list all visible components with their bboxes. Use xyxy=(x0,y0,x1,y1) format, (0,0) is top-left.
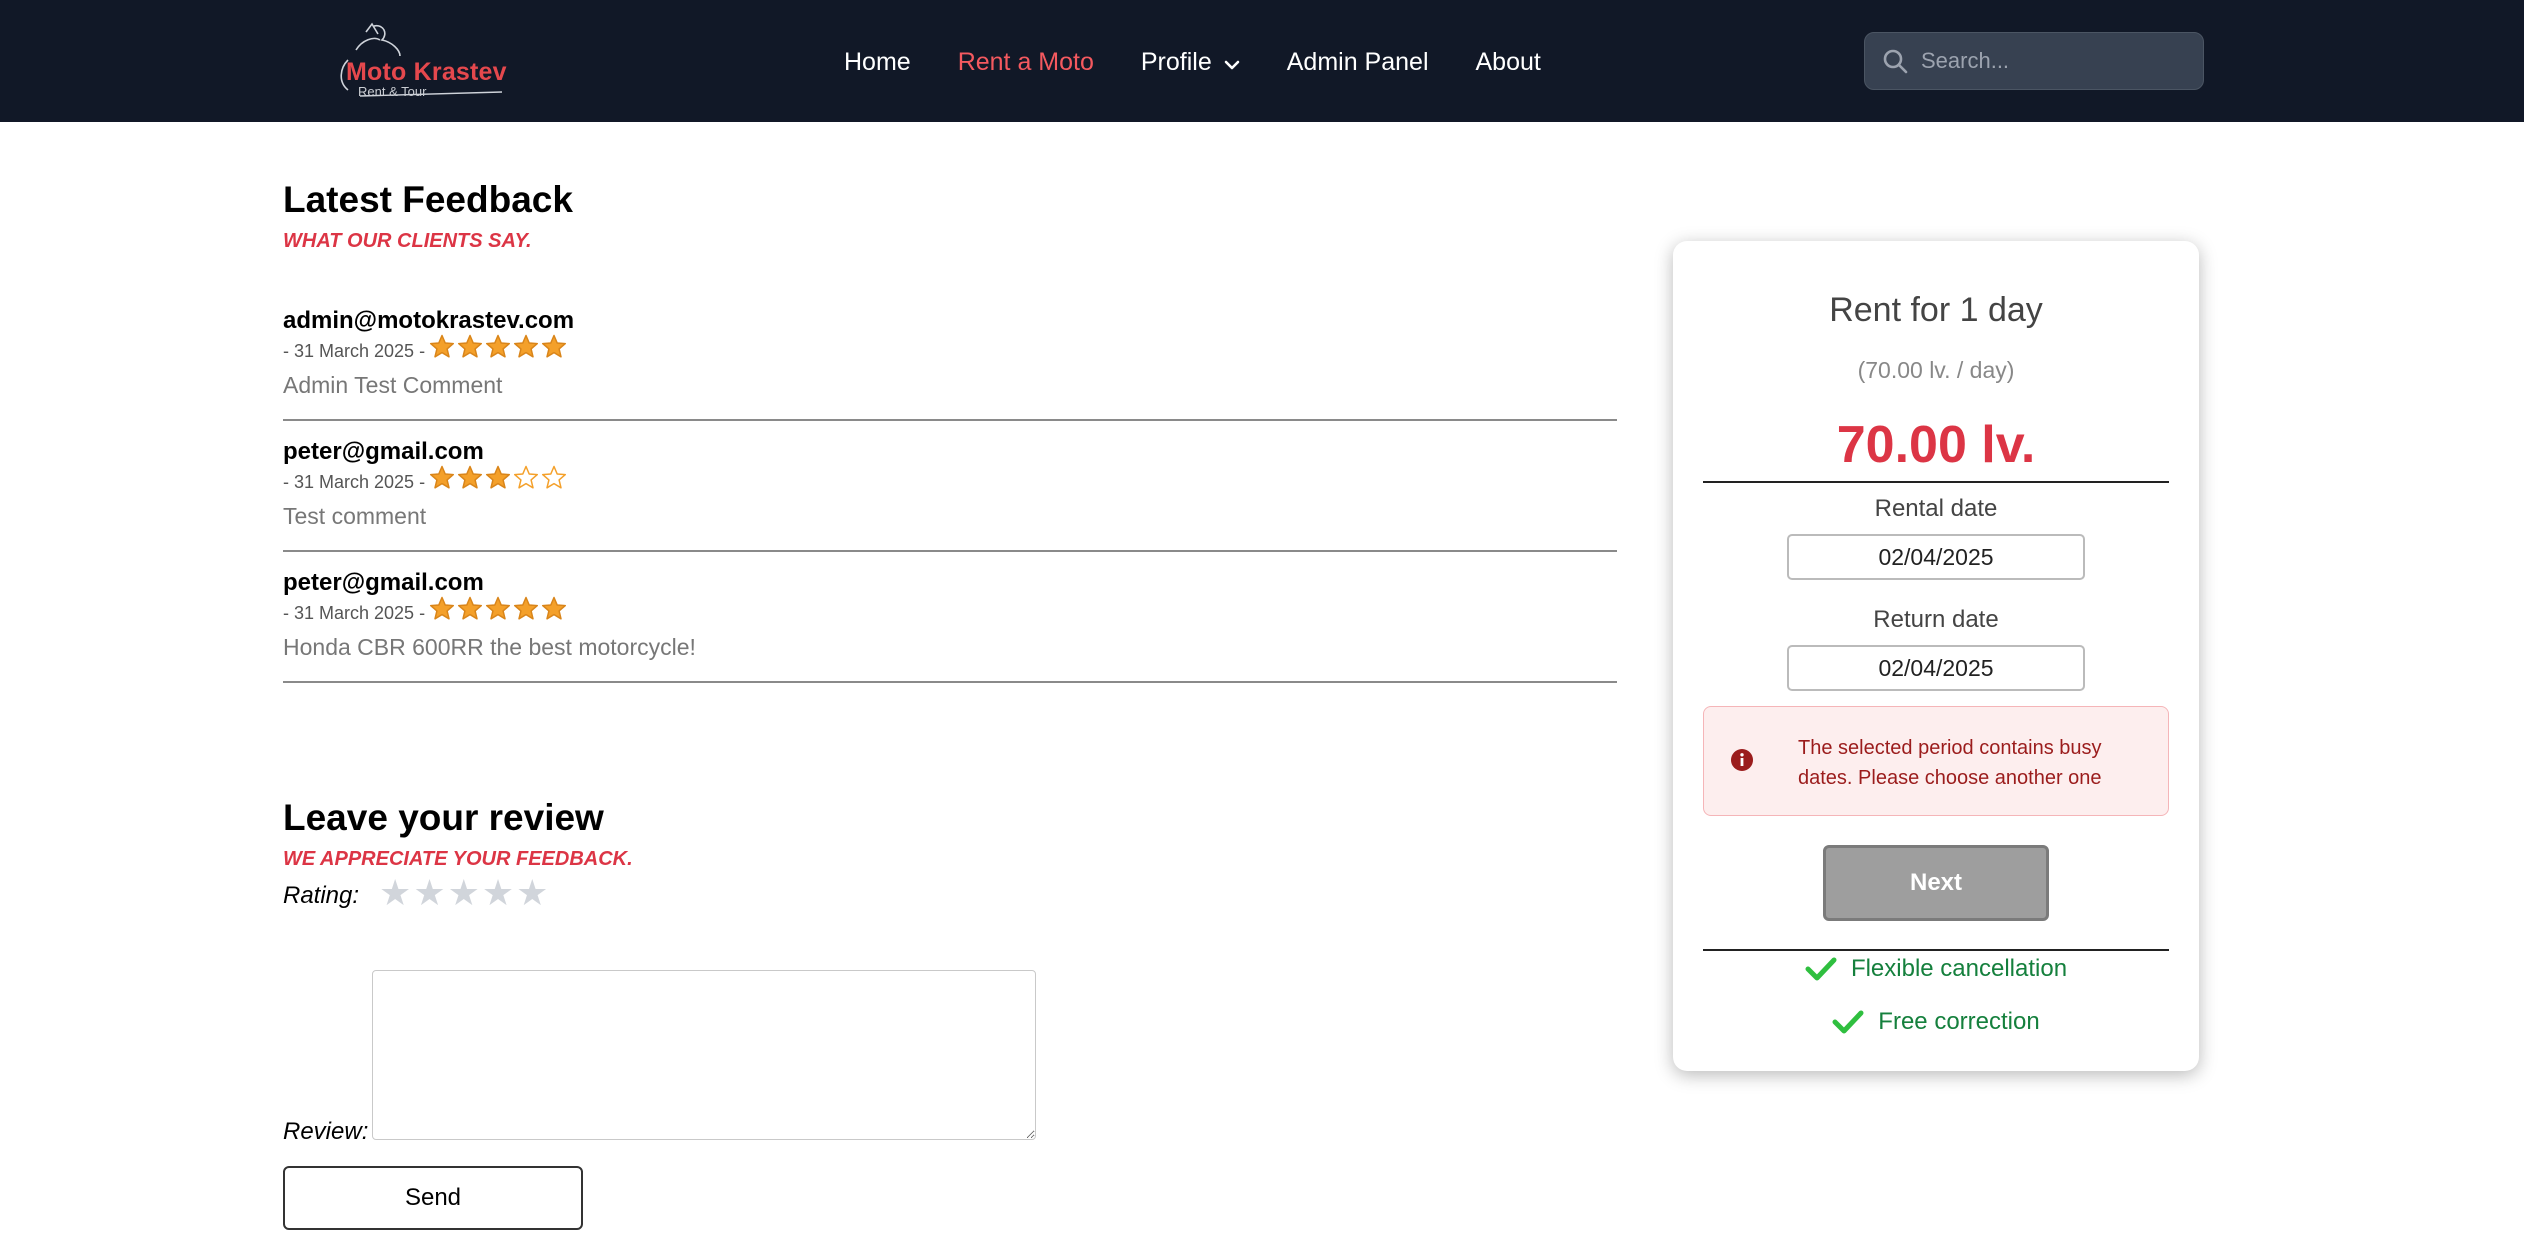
review-textarea[interactable] xyxy=(372,970,1036,1140)
review-list: admin@motokrastev.com - 31 March 2025 - … xyxy=(283,307,1617,684)
star-filled-icon xyxy=(514,335,539,358)
star-filled-icon xyxy=(430,466,455,489)
perk-label: Flexible cancellation xyxy=(1850,955,2068,982)
rental-date-input[interactable]: 02/04/2025 xyxy=(1787,534,2085,580)
leave-review-title: Leave your review xyxy=(283,797,604,838)
brand-logo[interactable]: Moto Krastev Rent & Tour xyxy=(326,20,516,100)
leave-review-subtitle: WE APPRECIATE YOUR FEEDBACK. xyxy=(283,848,633,871)
info-icon xyxy=(1730,748,1754,777)
return-date-label: Return date xyxy=(1873,606,1999,633)
top-navbar: Moto Krastev Rent & Tour Home Rent a Mot… xyxy=(0,0,2524,122)
alert-text: The selected period contains busy dates.… xyxy=(1798,737,2102,789)
next-button[interactable]: Next xyxy=(1823,845,2049,921)
checkmark-icon xyxy=(1805,957,1837,981)
checkmark-icon xyxy=(1832,1010,1864,1034)
star-empty-icon xyxy=(542,466,567,489)
star-filled-icon xyxy=(458,335,483,358)
rating-star-icon[interactable]: ★ xyxy=(413,875,445,911)
review-label: Review: xyxy=(283,1118,369,1145)
nav-about[interactable]: About xyxy=(1476,48,1541,77)
brand-name: Moto Krastev xyxy=(346,58,507,86)
star-filled-icon xyxy=(458,597,483,620)
rental-date-label: Rental date xyxy=(1874,495,1998,522)
review-author: peter@gmail.com xyxy=(283,569,484,597)
review-date: - 31 March 2025 - xyxy=(283,603,426,624)
star-filled-icon xyxy=(542,335,567,358)
search-icon xyxy=(1881,47,1909,80)
nav-profile-label: Profile xyxy=(1140,47,1212,76)
star-filled-icon xyxy=(430,597,455,620)
feedback-subtitle: WHAT OUR CLIENTS SAY. xyxy=(283,230,532,253)
star-filled-icon xyxy=(486,466,511,489)
rating-star-icon[interactable]: ★ xyxy=(448,875,480,911)
return-date-input[interactable]: 02/04/2025 xyxy=(1787,645,2085,691)
star-filled-icon xyxy=(486,597,511,620)
nav-admin-panel[interactable]: Admin Panel xyxy=(1287,48,1429,77)
rating-star-icon[interactable]: ★ xyxy=(516,875,548,911)
review-stars xyxy=(429,334,569,359)
feedback-section: Latest Feedback WHAT OUR CLIENTS SAY. ad… xyxy=(283,178,1617,684)
review-item: peter@gmail.com - 31 March 2025 - Honda … xyxy=(283,552,1617,684)
nav-rent-a-moto[interactable]: Rent a Moto xyxy=(958,48,1094,77)
nav-home[interactable]: Home xyxy=(844,48,911,77)
rent-title: Rent for 1 day xyxy=(1829,291,2043,329)
rating-star-icon[interactable]: ★ xyxy=(379,875,411,911)
rating-input: ★ ★ ★ ★ ★ xyxy=(379,875,550,911)
review-date: - 31 March 2025 - xyxy=(283,341,426,362)
review-stars xyxy=(429,596,569,621)
rating-label: Rating: xyxy=(283,882,360,910)
review-meta: - 31 March 2025 - xyxy=(283,597,1617,624)
star-filled-icon xyxy=(430,335,455,358)
perk-free-correction: Free correction xyxy=(1673,1008,2199,1036)
review-meta: - 31 March 2025 - xyxy=(283,466,1617,493)
star-empty-icon xyxy=(514,466,539,489)
review-meta: - 31 March 2025 - xyxy=(283,335,1617,362)
divider xyxy=(1703,481,2169,483)
leave-review-section: Leave your review WE APPRECIATE YOUR FEE… xyxy=(283,796,1083,911)
rating-row: Rating: ★ ★ ★ ★ ★ xyxy=(283,875,1083,911)
chevron-down-icon xyxy=(1224,48,1240,77)
brand-tagline: Rent & Tour xyxy=(358,84,427,99)
error-alert: The selected period contains busy dates.… xyxy=(1703,706,2169,816)
search-input[interactable] xyxy=(1921,33,2191,89)
nav-profile-dropdown[interactable]: Profile xyxy=(1141,48,1240,77)
search-box xyxy=(1864,32,2204,90)
review-text: Admin Test Comment xyxy=(283,372,503,399)
review-text: Test comment xyxy=(283,503,427,530)
divider xyxy=(1703,949,2169,951)
star-filled-icon xyxy=(458,466,483,489)
star-filled-icon xyxy=(542,597,567,620)
rating-star-icon[interactable]: ★ xyxy=(482,875,514,911)
review-item: peter@gmail.com - 31 March 2025 - Test c… xyxy=(283,421,1617,553)
main-nav: Home Rent a Moto Profile Admin Panel Abo… xyxy=(844,46,1588,78)
perk-label: Free correction xyxy=(1878,1008,2040,1035)
star-filled-icon xyxy=(486,335,511,358)
review-author: admin@motokrastev.com xyxy=(283,307,575,335)
review-item: admin@motokrastev.com - 31 March 2025 - … xyxy=(283,307,1617,422)
rent-card: Rent for 1 day (70.00 lv. / day) 70.00 l… xyxy=(1673,241,2199,1071)
star-filled-icon xyxy=(514,597,539,620)
review-date: - 31 March 2025 - xyxy=(283,472,426,493)
review-stars xyxy=(429,465,569,490)
send-button[interactable]: Send xyxy=(283,1166,583,1230)
review-author: peter@gmail.com xyxy=(283,438,484,466)
review-text: Honda CBR 600RR the best motorcycle! xyxy=(283,634,696,661)
total-price: 70.00 lv. xyxy=(1836,416,2036,474)
price-per-day: (70.00 lv. / day) xyxy=(1857,357,2015,383)
feedback-title: Latest Feedback xyxy=(283,179,573,220)
perk-flexible-cancellation: Flexible cancellation xyxy=(1673,955,2199,983)
